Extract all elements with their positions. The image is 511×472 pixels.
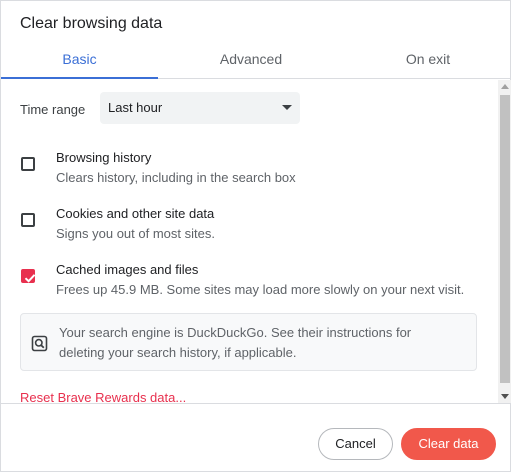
- info-text-line2: deleting your search history, if applica…: [59, 345, 297, 360]
- dialog-footer: Cancel Clear data: [1, 403, 511, 472]
- option-cached-images: Cached images and files Frees up 45.9 MB…: [1, 262, 498, 302]
- vertical-scrollbar[interactable]: [498, 80, 511, 403]
- option-cookies: Cookies and other site data Signs you ou…: [1, 206, 498, 246]
- cancel-button[interactable]: Cancel: [318, 428, 393, 460]
- tab-basic[interactable]: Basic: [1, 41, 158, 79]
- info-text-line1: Your search engine is DuckDuckGo. See th…: [59, 325, 412, 340]
- active-tab-indicator: [1, 77, 158, 79]
- search-engine-info: Your search engine is DuckDuckGo. See th…: [20, 313, 477, 371]
- option-browsing-history: Browsing history Clears history, includi…: [1, 150, 498, 190]
- dropdown-arrow-icon: [282, 105, 292, 110]
- tab-bar: Basic Advanced On exit: [1, 41, 511, 79]
- checkmark-icon: [24, 274, 36, 283]
- option-title: Browsing history: [56, 150, 152, 165]
- time-range-value: Last hour: [108, 100, 163, 115]
- time-range-select[interactable]: Last hour: [100, 92, 300, 124]
- scroll-thumb[interactable]: [500, 95, 510, 383]
- option-title: Cookies and other site data: [56, 206, 215, 221]
- clear-browsing-data-dialog: Clear browsing data Basic Advanced On ex…: [0, 0, 511, 472]
- option-subtitle: Signs you out of most sites.: [56, 226, 215, 241]
- scroll-up-arrow-icon[interactable]: [501, 84, 509, 89]
- tab-on-exit[interactable]: On exit: [344, 41, 511, 79]
- search-engine-icon: [31, 335, 48, 352]
- info-text: Your search engine is DuckDuckGo. See th…: [59, 323, 459, 363]
- dialog-title: Clear browsing data: [20, 15, 163, 32]
- clear-data-button[interactable]: Clear data: [401, 428, 496, 460]
- cookies-checkbox[interactable]: [21, 213, 35, 227]
- cached-images-checkbox[interactable]: [21, 269, 36, 283]
- option-subtitle: Frees up 45.9 MB. Some sites may load mo…: [56, 282, 465, 297]
- scroll-down-arrow-icon[interactable]: [501, 394, 509, 399]
- reset-rewards-link[interactable]: Reset Brave Rewards data...: [20, 390, 186, 403]
- option-subtitle: Clears history, including in the search …: [56, 170, 296, 185]
- option-title: Cached images and files: [56, 262, 199, 277]
- time-range-label: Time range: [20, 102, 86, 117]
- dialog-content: Time range Last hour Browsing history Cl…: [1, 80, 498, 403]
- browsing-history-checkbox[interactable]: [21, 157, 35, 171]
- tab-advanced[interactable]: Advanced: [158, 41, 344, 79]
